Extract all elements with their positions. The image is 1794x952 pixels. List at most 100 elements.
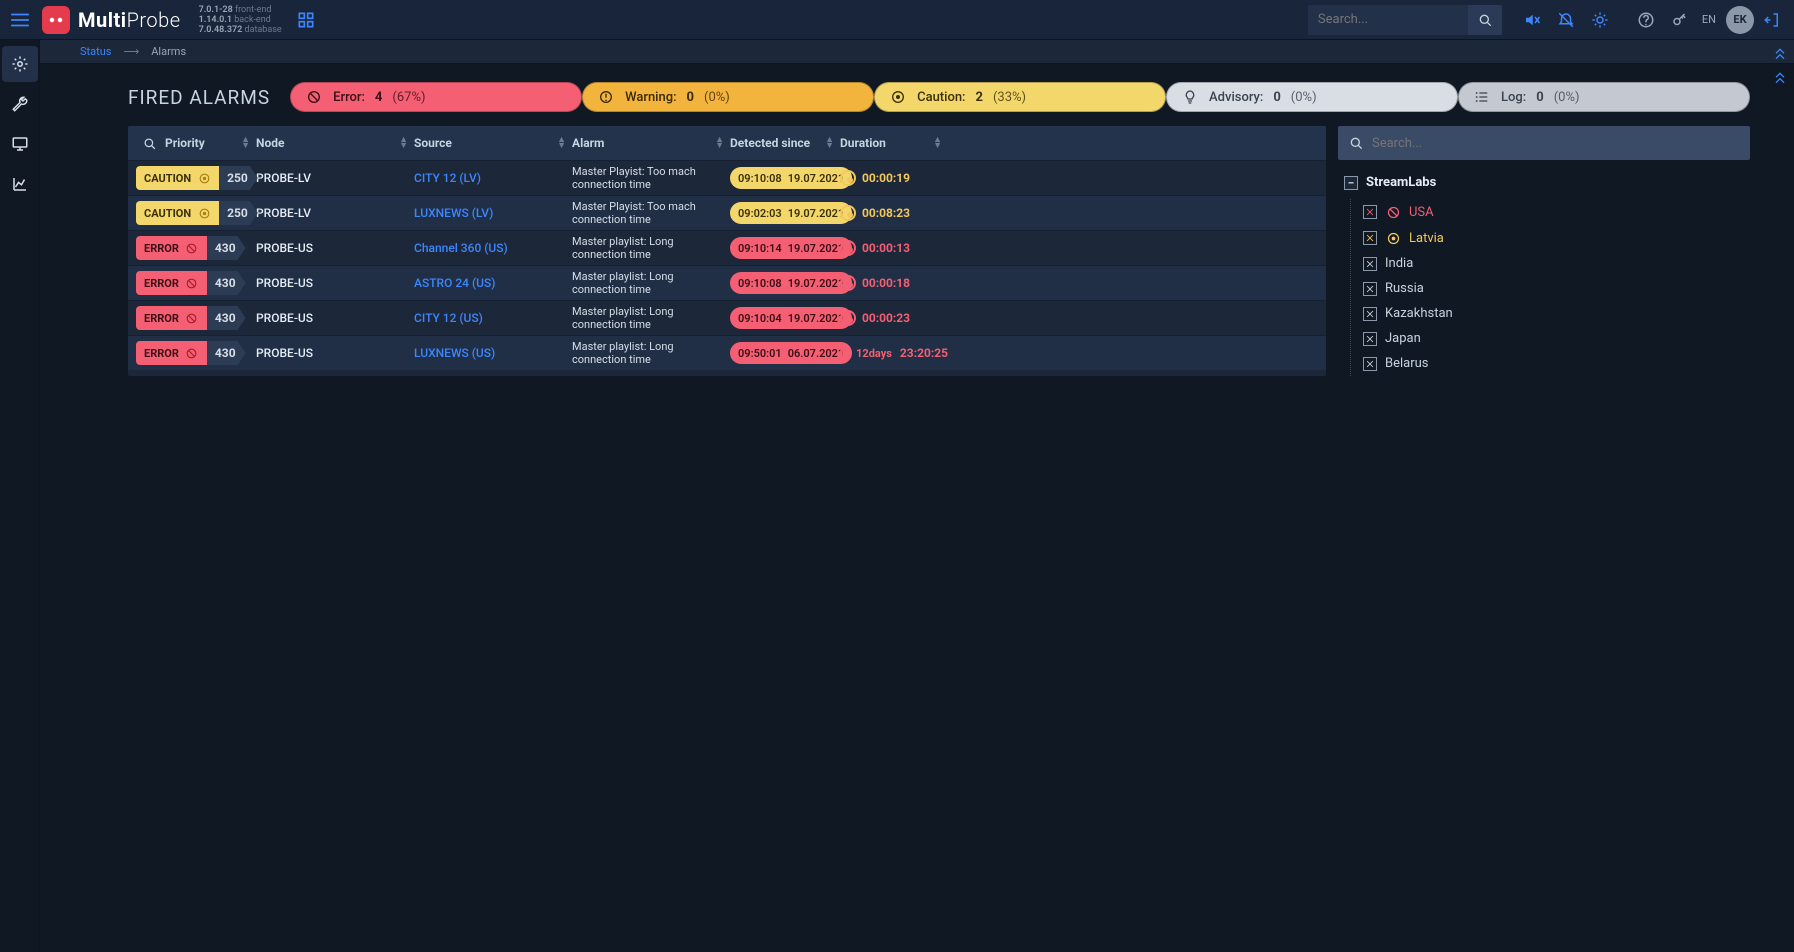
alarm-text: Master Playist: Too mach connection time	[572, 165, 730, 191]
checkbox-icon[interactable]	[1363, 357, 1377, 371]
search-icon	[1348, 135, 1364, 151]
sort-icon[interactable]: ▲▼	[825, 137, 840, 149]
collapse-inner-icon[interactable]	[1772, 68, 1788, 84]
sidebar-item-monitor[interactable]	[2, 126, 38, 162]
duration-cell: 12days 23:20:25	[840, 345, 948, 361]
table-row[interactable]: ERROR 430 PROBE-US LUXNEWS (US) Master p…	[128, 335, 1326, 370]
checkbox-icon[interactable]	[1363, 205, 1377, 219]
clock-icon	[840, 310, 856, 326]
table-row[interactable]: ERROR 430 PROBE-US CITY 12 (US) Master p…	[128, 300, 1326, 335]
key-icon[interactable]	[1664, 4, 1696, 36]
alarm-text: Master playlist: Long connection time	[572, 340, 730, 366]
col-priority[interactable]: Priority	[165, 136, 205, 150]
version-info: 7.0.1-28 front-end 1.14.0.1 back-end 7.0…	[199, 5, 282, 35]
pill-caution[interactable]: Caution: 2 (33%)	[874, 82, 1166, 112]
source-link[interactable]: CITY 12 (LV)	[414, 171, 572, 185]
mute-icon[interactable]	[1516, 4, 1548, 36]
col-alarm[interactable]: Alarm	[572, 136, 604, 150]
tree-item[interactable]: Latvia	[1361, 225, 1746, 251]
alarms-table: Priority ▲▼ Node▲▼ Source▲▼ Alarm▲▼ Dete…	[128, 126, 1326, 376]
node-cell: PROBE-US	[256, 311, 414, 325]
source-link[interactable]: LUXNEWS (US)	[414, 346, 572, 360]
tree-item-label: India	[1385, 256, 1413, 271]
checkbox-icon[interactable]	[1363, 231, 1377, 245]
checkbox-icon[interactable]	[1363, 257, 1377, 271]
tree-item[interactable]: USA	[1361, 199, 1746, 225]
clock-icon	[840, 345, 850, 361]
theme-icon[interactable]	[1584, 4, 1616, 36]
alarm-text: Master playlist: Long connection time	[572, 270, 730, 296]
clock-icon	[840, 275, 856, 291]
priority-tag: ERROR 430	[136, 341, 246, 365]
tree-item[interactable]: India	[1361, 251, 1746, 276]
notifications-off-icon[interactable]	[1550, 4, 1582, 36]
col-detected[interactable]: Detected since	[730, 136, 810, 150]
summary-pills: Error: 4 (67%) Warning: 0 (0%) Caution: …	[290, 82, 1750, 112]
tree-item-label: Latvia	[1409, 231, 1444, 246]
tree-item[interactable]: Japan	[1361, 326, 1746, 351]
breadcrumb-arrow-icon: ⟶	[123, 45, 139, 58]
dot-icon	[1385, 230, 1401, 246]
logout-icon[interactable]	[1756, 4, 1788, 36]
app-logo	[42, 6, 70, 34]
collapse-icon[interactable]: −	[1344, 176, 1358, 190]
col-source[interactable]: Source	[414, 136, 452, 150]
help-icon[interactable]	[1630, 4, 1662, 36]
detected-chip: 09:02:0319.07.2021	[730, 202, 852, 224]
table-row[interactable]: ERROR 430 PROBE-US Channel 360 (US) Mast…	[128, 230, 1326, 265]
menu-toggle[interactable]	[6, 6, 34, 34]
detected-chip: 09:10:0419.07.2021	[730, 307, 852, 329]
sort-icon[interactable]: ▲▼	[241, 137, 256, 149]
global-search-input[interactable]	[1308, 5, 1468, 35]
level-icon	[185, 311, 199, 325]
node-cell: PROBE-US	[256, 346, 414, 360]
sort-icon[interactable]: ▲▼	[399, 137, 414, 149]
user-avatar[interactable]: EK	[1726, 6, 1754, 34]
duration-cell: 00:00:18	[840, 275, 948, 291]
source-link[interactable]: ASTRO 24 (US)	[414, 276, 572, 290]
filter-panel: − StreamLabs USA Latvia India Russia Kaz…	[1338, 126, 1750, 376]
pill-error[interactable]: Error: 4 (67%)	[290, 82, 582, 112]
sort-icon[interactable]: ▲▼	[933, 137, 948, 149]
layout-icon[interactable]	[296, 10, 316, 30]
pill-log[interactable]: Log: 0 (0%)	[1458, 82, 1750, 112]
pill-warning[interactable]: Warning: 0 (0%)	[582, 82, 874, 112]
checkbox-icon[interactable]	[1363, 307, 1377, 321]
pill-advisory[interactable]: Advisory: 0 (0%)	[1166, 82, 1458, 112]
table-header: Priority ▲▼ Node▲▼ Source▲▼ Alarm▲▼ Dete…	[128, 126, 1326, 160]
source-link[interactable]: Channel 360 (US)	[414, 241, 572, 255]
checkbox-icon[interactable]	[1363, 332, 1377, 346]
tree-item[interactable]: Kazakhstan	[1361, 301, 1746, 326]
source-link[interactable]: LUXNEWS (LV)	[414, 206, 572, 220]
breadcrumb: Status ⟶ Alarms	[40, 40, 1794, 64]
global-search-button[interactable]	[1468, 5, 1502, 35]
language-label[interactable]: EN	[1698, 13, 1720, 26]
sort-icon[interactable]: ▲▼	[557, 137, 572, 149]
alarm-text: Master Playist: Too mach connection time	[572, 200, 730, 226]
table-row[interactable]: CAUTION 250 PROBE-LV CITY 12 (LV) Master…	[128, 160, 1326, 195]
checkbox-icon[interactable]	[1363, 282, 1377, 296]
node-cell: PROBE-LV	[256, 206, 414, 220]
sidebar-item-settings[interactable]	[2, 46, 38, 82]
tree-item[interactable]: Belarus	[1361, 351, 1746, 376]
sort-icon[interactable]: ▲▼	[715, 137, 730, 149]
col-search-icon[interactable]	[142, 136, 157, 151]
table-row[interactable]: ERROR 430 PROBE-US ASTRO 24 (US) Master …	[128, 265, 1326, 300]
clock-icon	[840, 170, 856, 186]
collapse-outer-icon[interactable]	[1772, 44, 1788, 60]
col-duration[interactable]: Duration	[840, 136, 886, 150]
sidebar-item-stats[interactable]	[2, 166, 38, 202]
clock-icon	[840, 205, 856, 221]
node-cell: PROBE-US	[256, 276, 414, 290]
list-icon	[1473, 88, 1491, 106]
clock-icon	[840, 240, 856, 256]
sidebar-item-tools[interactable]	[2, 86, 38, 122]
priority-tag: ERROR 430	[136, 306, 246, 330]
filter-search-input[interactable]	[1372, 136, 1740, 151]
tree-root[interactable]: − StreamLabs	[1342, 172, 1746, 193]
source-link[interactable]: CITY 12 (US)	[414, 311, 572, 325]
col-node[interactable]: Node	[256, 136, 284, 150]
tree-item[interactable]: Russia	[1361, 276, 1746, 301]
table-row[interactable]: CAUTION 250 PROBE-LV LUXNEWS (LV) Master…	[128, 195, 1326, 230]
breadcrumb-root[interactable]: Status	[80, 45, 111, 58]
